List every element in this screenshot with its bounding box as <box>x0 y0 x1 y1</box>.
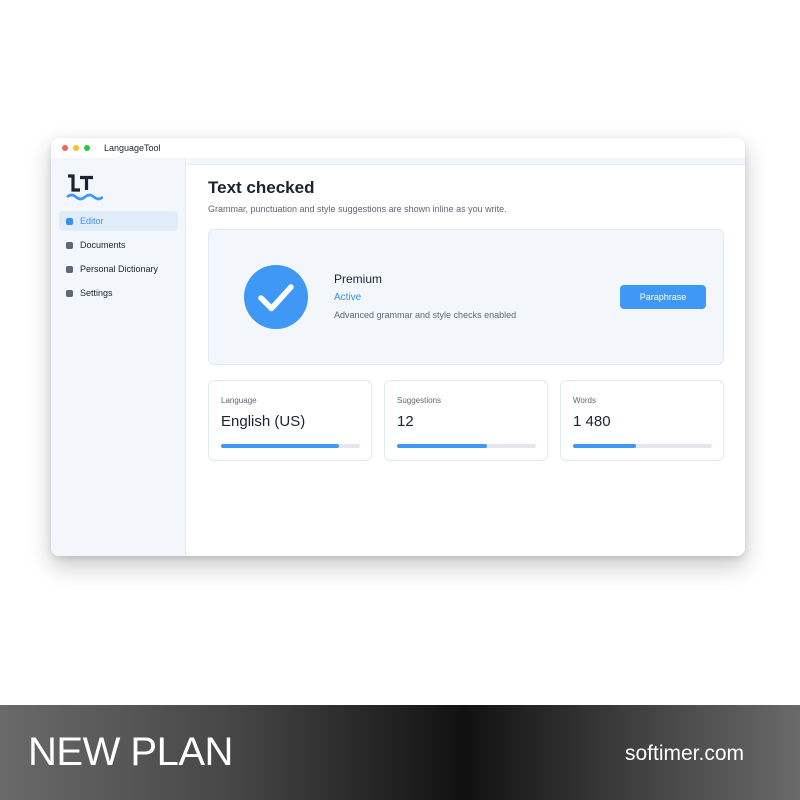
banner-headline: NEW PLAN <box>28 730 233 774</box>
editor-icon <box>66 217 73 225</box>
sidebar: Editor Documents Personal Dictionary Set… <box>51 158 186 556</box>
languagetool-logo-icon[interactable] <box>65 172 103 204</box>
stat-value: 12 <box>397 413 414 430</box>
stat-card-words: Words 1 480 <box>560 380 724 461</box>
plan-status: Active <box>334 292 362 303</box>
minimize-icon[interactable] <box>73 145 79 151</box>
title-bar: LanguageTool <box>51 138 745 158</box>
checkmark-circle-icon <box>244 265 308 329</box>
sidebar-item-label: Personal Dictionary <box>80 264 159 274</box>
sidebar-item-label: Editor <box>80 216 104 226</box>
page-title: Text checked <box>208 178 315 197</box>
sidebar-item-editor[interactable]: Editor <box>59 211 178 231</box>
stat-card-suggestions: Suggestions 12 <box>384 380 548 461</box>
subscription-status-card: Premium Active Advanced grammar and styl… <box>208 229 724 365</box>
progress-fill <box>397 444 488 448</box>
sidebar-item-label: Settings <box>80 288 113 298</box>
stat-value: 1 480 <box>573 413 611 430</box>
page-subtitle: Grammar, punctuation and style suggestio… <box>208 204 507 214</box>
app-window: LanguageTool Editor Documents Personal D… <box>51 138 745 556</box>
progress-fill <box>573 444 636 448</box>
progress-bar <box>221 444 360 448</box>
banner-site-link[interactable]: softimer.com <box>625 742 744 766</box>
stat-label: Suggestions <box>397 396 442 405</box>
plan-description: Advanced grammar and style checks enable… <box>334 310 517 320</box>
progress-bar <box>573 444 712 448</box>
promo-banner: NEW PLAN softimer.com <box>0 705 800 800</box>
progress-bar <box>397 444 536 448</box>
plan-name: Premium <box>334 272 383 286</box>
dictionary-icon <box>66 265 73 273</box>
sidebar-item-settings[interactable]: Settings <box>59 283 178 303</box>
sidebar-item-documents[interactable]: Documents <box>59 235 178 255</box>
sidebar-item-label: Documents <box>80 240 126 250</box>
app-title: LanguageTool <box>104 143 161 153</box>
sidebar-item-personal-dictionary[interactable]: Personal Dictionary <box>59 259 178 279</box>
main-toolbar-strip <box>187 158 745 165</box>
stat-label: Words <box>573 396 596 405</box>
progress-fill <box>221 444 340 448</box>
stat-value: English (US) <box>221 413 306 430</box>
paraphrase-button[interactable]: Paraphrase <box>620 285 706 309</box>
stat-label: Language <box>221 396 257 405</box>
settings-icon <box>66 289 73 297</box>
close-icon[interactable] <box>62 145 68 151</box>
stat-card-language: Language English (US) <box>208 380 372 461</box>
zoom-icon[interactable] <box>84 145 90 151</box>
documents-icon <box>66 241 73 249</box>
